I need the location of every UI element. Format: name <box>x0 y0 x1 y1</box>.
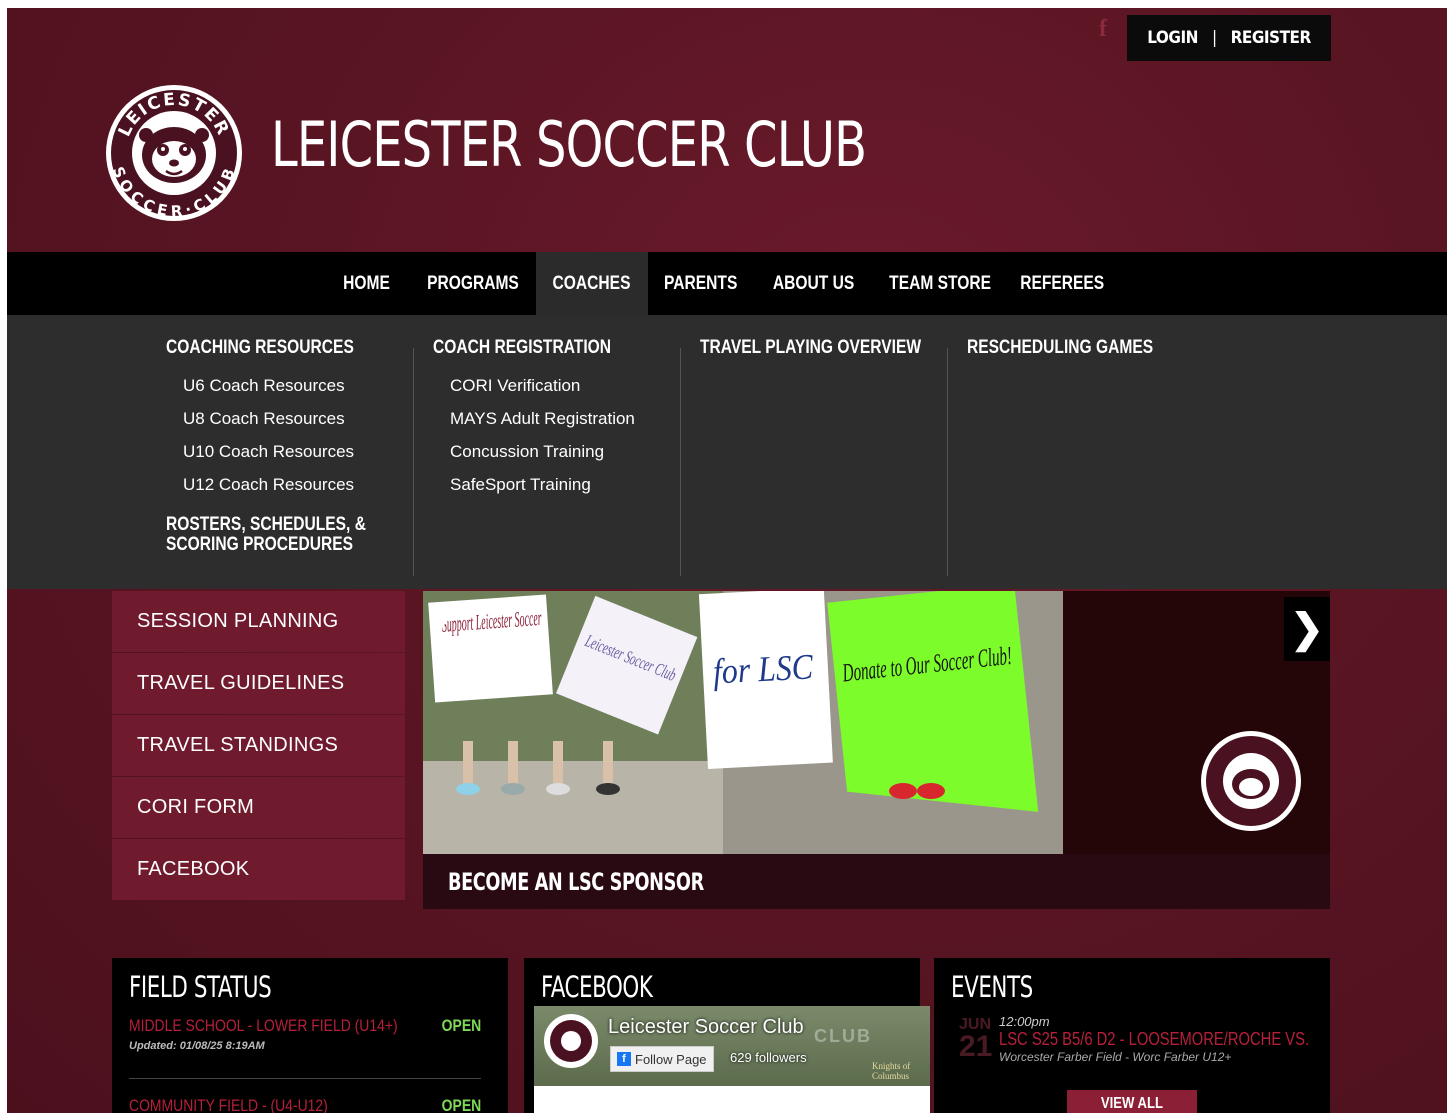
rosters-schedules-heading[interactable]: ROSTERS, SCHEDULES, & SCORING PROCEDURES <box>166 515 410 555</box>
nav-home[interactable]: HOME <box>323 252 409 315</box>
mays-adult-registration-link[interactable]: MAYS Adult Registration <box>450 402 650 435</box>
login-register-bar: LOGIN | REGISTER <box>1127 15 1331 61</box>
event-location: Worcester Farber Field - Worc Farber U12… <box>999 1050 1232 1064</box>
facebook-icon[interactable]: f <box>1099 16 1107 43</box>
slider-caption-text: BECOME AN LSC SPONSOR <box>448 867 704 896</box>
field-status-badge: OPEN <box>441 1096 481 1113</box>
event-date: JUN 21 <box>959 1016 993 1063</box>
main-nav: HOME PROGRAMS COACHES PARENTS ABOUT US T… <box>7 252 1447 315</box>
side-item-session-planning[interactable]: SESSION PLANNING <box>112 591 405 652</box>
slider-caption[interactable]: BECOME AN LSC SPONSOR <box>423 854 1330 909</box>
event-day: 21 <box>959 1030 993 1063</box>
nav-referees-label: REFEREES <box>1019 272 1104 294</box>
facebook-avatar <box>544 1014 598 1068</box>
dropdown-col-coach-registration: COACH REGISTRATION CORI Verification MAY… <box>433 337 650 501</box>
nav-coaches-label: COACHES <box>553 272 631 294</box>
side-item-facebook[interactable]: FACEBOOK <box>112 839 405 900</box>
site-title: LEICESTER SOCCER CLUB <box>271 108 867 181</box>
side-item-cori-form[interactable]: CORI FORM <box>112 777 405 838</box>
concussion-training-link[interactable]: Concussion Training <box>450 435 650 468</box>
field-updated-time: Updated: 01/08/25 8:19AM <box>129 1040 265 1052</box>
field-status-row[interactable]: COMMUNITY FIELD - (U4-U12) OPEN <box>129 1096 481 1113</box>
nav-team-store-label: TEAM STORE <box>889 272 991 294</box>
nav-parents[interactable]: PARENTS <box>648 252 754 315</box>
facebook-panel: FACEBOOK CLUB Leicester Soccer Club f Fo… <box>524 958 930 1113</box>
nav-home-label: HOME <box>342 272 390 294</box>
page: f LOGIN | REGISTER LEICESTER SOCCER·CLUB… <box>7 8 1447 1113</box>
facebook-logo-icon: f <box>617 1052 631 1066</box>
rosters-heading-line1: ROSTERS, SCHEDULES, & <box>166 514 366 535</box>
dropdown-divider <box>413 348 414 576</box>
facebook-page-name[interactable]: Leicester Soccer Club <box>608 1016 804 1039</box>
events-title: EVENTS <box>951 970 1033 1004</box>
field-status-panel: FIELD STATUS MIDDLE SCHOOL - LOWER FIELD… <box>112 958 508 1113</box>
facebook-cover-text: CLUB <box>814 1026 872 1046</box>
login-separator: | <box>1211 28 1217 48</box>
dropdown-divider <box>680 348 681 576</box>
nav-team-store[interactable]: TEAM STORE <box>874 252 1006 315</box>
dropdown-col-rescheduling: RESCHEDULING GAMES <box>967 337 1194 359</box>
coaches-dropdown: COACHING RESOURCES U6 Coach Resources U8… <box>7 315 1447 589</box>
field-status-divider <box>129 1078 481 1079</box>
safesport-training-link[interactable]: SafeSport Training <box>450 468 650 501</box>
cori-verification-link[interactable]: CORI Verification <box>450 369 650 402</box>
field-status-title: FIELD STATUS <box>129 970 272 1004</box>
coach-registration-heading[interactable]: COACH REGISTRATION <box>433 337 611 359</box>
sign3-text: for LSC <box>712 646 815 691</box>
nav-programs-label: PROGRAMS <box>426 272 519 294</box>
field-status-badge: OPEN <box>441 1016 481 1035</box>
slider-photo[interactable]: Support Leicester Soccer Leicester Socce… <box>423 591 1330 854</box>
register-link[interactable]: REGISTER <box>1231 28 1312 48</box>
rescheduling-games-heading[interactable]: RESCHEDULING GAMES <box>967 337 1153 359</box>
login-link[interactable]: LOGIN <box>1147 28 1198 48</box>
nav-parents-label: PARENTS <box>664 272 738 294</box>
nav-about-us-label: ABOUT US <box>773 272 855 294</box>
events-panel: EVENTS JUN 21 12:00pm LSC S25 B5/6 D2 - … <box>934 958 1330 1113</box>
nav-referees[interactable]: REFEREES <box>1006 252 1118 315</box>
club-logo[interactable]: LEICESTER SOCCER·CLUB <box>104 83 244 223</box>
dropdown-col-coaching-resources: COACHING RESOURCES U6 Coach Resources U8… <box>166 337 410 555</box>
nav-about-us[interactable]: ABOUT US <box>754 252 874 315</box>
u12-coach-resources-link[interactable]: U12 Coach Resources <box>183 468 410 501</box>
u8-coach-resources-link[interactable]: U8 Coach Resources <box>183 402 410 435</box>
event-title[interactable]: LSC S25 B5/6 D2 - LOOSEMORE/ROCHE VS. <box>999 1029 1309 1050</box>
facebook-embed[interactable]: CLUB Leicester Soccer Club f Follow Page… <box>534 1006 930 1113</box>
facebook-follow-label: Follow Page <box>635 1051 707 1067</box>
view-all-label: VIEW ALL <box>1100 1095 1164 1112</box>
dropdown-divider <box>947 348 948 576</box>
facebook-follow-button[interactable]: f Follow Page <box>610 1046 714 1072</box>
dropdown-col-travel: TRAVEL PLAYING OVERVIEW <box>700 337 970 359</box>
travel-playing-overview-heading[interactable]: TRAVEL PLAYING OVERVIEW <box>700 337 921 359</box>
nav-coaches[interactable]: COACHES <box>536 252 648 315</box>
field-name[interactable]: MIDDLE SCHOOL - LOWER FIELD (U14+) <box>129 1016 398 1036</box>
facebook-sponsor-text: Knights of Columbus <box>872 1061 911 1081</box>
coaching-resources-heading[interactable]: COACHING RESOURCES <box>166 337 366 359</box>
field-name[interactable]: COMMUNITY FIELD - (U4-U12) <box>129 1096 328 1113</box>
side-menu: SESSION PLANNING TRAVEL GUIDELINES TRAVE… <box>112 591 405 901</box>
event-time: 12:00pm <box>999 1014 1050 1029</box>
rosters-heading-line2: SCORING PROCEDURES <box>166 534 353 555</box>
facebook-title: FACEBOOK <box>541 970 653 1004</box>
u10-coach-resources-link[interactable]: U10 Coach Resources <box>183 435 410 468</box>
field-status-row[interactable]: MIDDLE SCHOOL - LOWER FIELD (U14+) OPEN … <box>129 1016 481 1052</box>
view-all-events-button[interactable]: VIEW ALL <box>1067 1090 1197 1113</box>
side-item-travel-standings[interactable]: TRAVEL STANDINGS <box>112 715 405 776</box>
facebook-followers: 629 followers <box>730 1050 807 1065</box>
event-item[interactable]: 12:00pm LSC S25 B5/6 D2 - LOOSEMORE/ROCH… <box>999 1014 1319 1064</box>
u6-coach-resources-link[interactable]: U6 Coach Resources <box>183 369 410 402</box>
slider-next-arrow[interactable]: ❯ <box>1284 597 1330 661</box>
slider-prev-arrow[interactable]: ❮ <box>423 597 463 657</box>
nav-programs[interactable]: PROGRAMS <box>409 252 536 315</box>
hero-slider: Support Leicester Soccer Leicester Socce… <box>423 591 1330 909</box>
side-item-travel-guidelines[interactable]: TRAVEL GUIDELINES <box>112 653 405 714</box>
